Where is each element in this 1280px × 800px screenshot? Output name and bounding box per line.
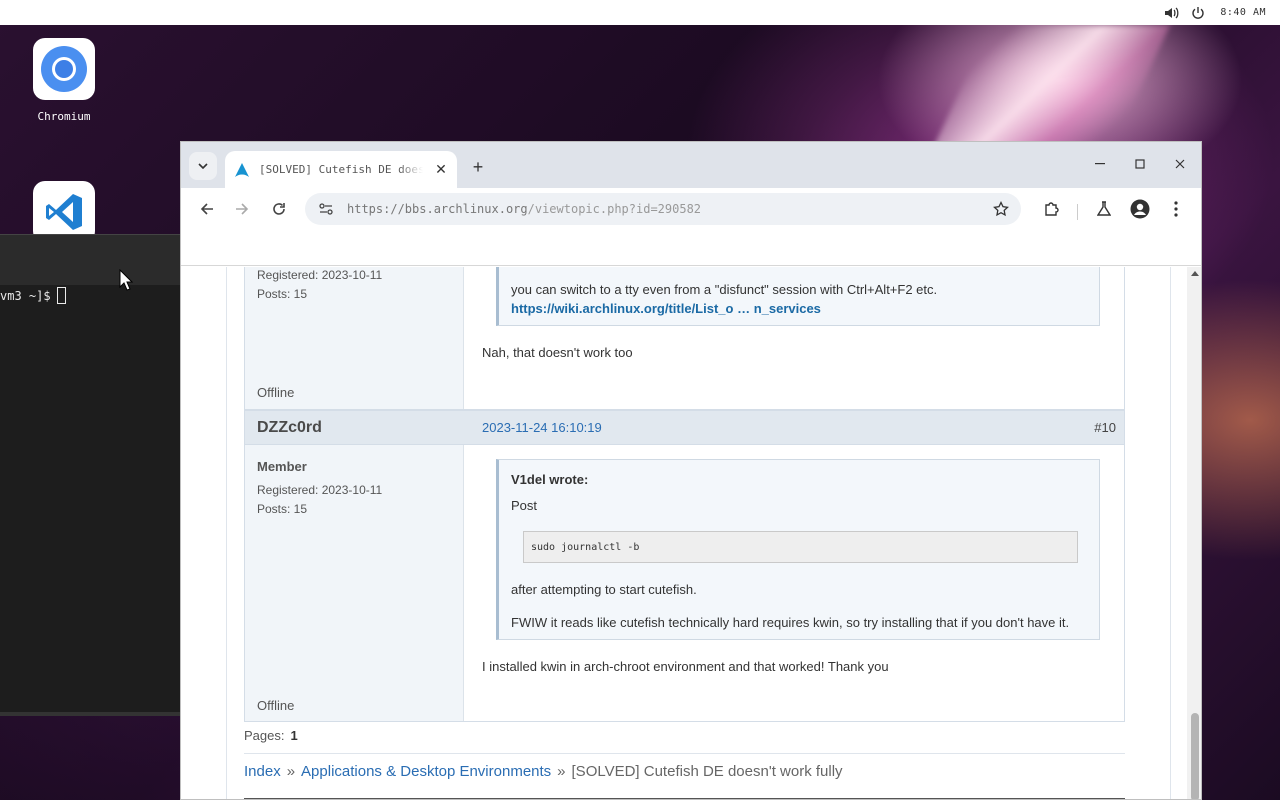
chromium-icon (33, 38, 95, 100)
desktop-icon-label: Chromium (37, 110, 91, 123)
back-button[interactable] (195, 197, 219, 221)
tab-active[interactable]: [SOLVED] Cutefish DE doesn't work fully … (225, 151, 457, 188)
post-10-role: Member (257, 459, 307, 474)
post-10-code-block[interactable]: sudo journalctl -b (523, 531, 1078, 563)
bookmark-bar (181, 230, 1201, 266)
account-icon (1130, 199, 1150, 219)
breadcrumb-separator: » (286, 763, 296, 780)
breadcrumb-separator: » (557, 763, 566, 780)
post-10-quote-line1: Post (511, 498, 538, 513)
post-10-reply: I installed kwin in arch-chroot environm… (482, 659, 889, 674)
post-10-author-info: Member Registered: 2023-10-11 Posts: 15 … (245, 445, 464, 721)
post-10-author[interactable]: DZZc0rd (257, 419, 322, 437)
pagination-label: Pages: (244, 728, 285, 743)
breadcrumb-forum-link[interactable]: Applications & Desktop Environments (301, 763, 551, 780)
tab-title: [SOLVED] Cutefish DE doesn't work fully (259, 163, 423, 176)
clock: 8:40 AM (1220, 7, 1266, 18)
pagination: Pages: 1 (244, 728, 298, 743)
desktop-icon-chromium[interactable]: Chromium (19, 38, 109, 123)
post-9-message: you can switch to a tty even from a "dis… (465, 267, 1124, 409)
forward-button[interactable] (230, 197, 254, 221)
address-url[interactable]: https://bbs.archlinux.org/viewtopic.php?… (347, 202, 701, 216)
terminal-bottom-edge (0, 712, 180, 716)
system-top-bar: 8:40 AM (0, 0, 1280, 25)
terminal-window[interactable]: vm3 ~]$ (0, 234, 180, 712)
page-content: Registered: 2023-10-11 Posts: 15 Offline… (181, 267, 1187, 799)
post-9-quote-link[interactable]: https://wiki.archlinux.org/title/List_o … (511, 301, 821, 316)
toolbar-separator (1077, 204, 1078, 220)
post-10-message: V1del wrote: Post sudo journalctl -b aft… (465, 445, 1124, 721)
post-10-post-count: Posts: 15 (257, 502, 308, 516)
post-9-body: Registered: 2023-10-11 Posts: 15 Offline… (244, 267, 1125, 410)
forum-topic: Registered: 2023-10-11 Posts: 15 Offline… (226, 267, 1171, 799)
post-10-quote: V1del wrote: Post sudo journalctl -b aft… (496, 459, 1100, 640)
tab-search-button[interactable] (189, 152, 217, 180)
post-10-header: DZZc0rd 2023-11-24 16:10:19 #10 (244, 410, 1125, 445)
post-9-registered: Registered: 2023-10-11 (257, 268, 383, 282)
maximize-button[interactable] (1128, 154, 1152, 174)
post-9-author-info: Registered: 2023-10-11 Posts: 15 Offline (245, 267, 464, 409)
profile-button[interactable] (1128, 197, 1152, 221)
post-9-status: Offline (257, 385, 295, 400)
post-10-number[interactable]: #10 (1094, 420, 1116, 435)
url-path: /viewtopic.php?id=290582 (527, 202, 702, 216)
post-10-quote-line3: FWIW it reads like cutefish technically … (511, 615, 1070, 630)
post-9-reply: Nah, that doesn't work too (482, 345, 633, 360)
post-10-status: Offline (257, 698, 295, 713)
post-10-quote-author: V1del wrote: (511, 472, 589, 487)
chevron-down-icon (198, 163, 208, 169)
mouse-pointer-icon (119, 269, 133, 291)
scroll-up-icon[interactable] (1191, 271, 1199, 276)
close-window-button[interactable] (1168, 154, 1192, 174)
breadcrumb-index-link[interactable]: Index (244, 763, 281, 780)
url-host: https://bbs.archlinux.org (347, 202, 528, 216)
page-scrollbar[interactable] (1187, 267, 1201, 799)
kebab-menu-icon (1174, 201, 1178, 217)
post-9-post-count: Posts: 15 (257, 287, 308, 301)
tab-strip: [SOLVED] Cutefish DE doesn't work fully … (181, 142, 1201, 188)
browser-toolbar: https://bbs.archlinux.org/viewtopic.php?… (181, 188, 1201, 230)
pagination-current: 1 (290, 728, 298, 743)
breadcrumb: Index » Applications & Desktop Environment… (244, 763, 843, 780)
breadcrumb-topic: [SOLVED] Cutefish DE doesn't work fully (571, 763, 843, 780)
archlinux-favicon-icon (235, 162, 249, 177)
labs-button[interactable] (1092, 197, 1116, 221)
post-10-quote-line2: after attempting to start cutefish. (511, 582, 697, 597)
post-9-quote-text: you can switch to a tty even from a "dis… (511, 282, 938, 297)
post-10-date[interactable]: 2023-11-24 16:10:19 (482, 420, 602, 435)
flask-icon (1097, 201, 1111, 216)
extensions-button[interactable] (1039, 197, 1063, 221)
post-10-registered: Registered: 2023-10-11 (257, 483, 383, 497)
wallpaper-streak (929, 25, 1171, 155)
terminal-prompt-line[interactable]: vm3 ~]$ (0, 287, 66, 304)
bookmark-star-icon[interactable] (991, 199, 1011, 219)
menu-button[interactable] (1164, 197, 1188, 221)
terminal-header (0, 235, 180, 285)
post-9-quote: you can switch to a tty even from a "dis… (496, 267, 1100, 326)
browser-window: [SOLVED] Cutefish DE doesn't work fully … (180, 141, 1202, 800)
address-bar[interactable]: https://bbs.archlinux.org/viewtopic.php?… (305, 193, 1021, 225)
site-info-icon[interactable] (319, 203, 333, 215)
reload-button[interactable] (267, 197, 291, 221)
puzzle-icon (1045, 202, 1059, 216)
volume-icon[interactable] (1164, 5, 1180, 21)
close-icon (1175, 159, 1185, 169)
divider (244, 753, 1125, 754)
maximize-icon (1135, 159, 1145, 169)
terminal-prompt: vm3 ~]$ (0, 288, 51, 303)
minimize-icon (1095, 163, 1105, 165)
arrow-left-icon (200, 203, 213, 215)
power-icon[interactable] (1190, 5, 1206, 21)
scroll-thumb[interactable] (1191, 713, 1199, 799)
reload-icon (273, 203, 285, 215)
terminal-cursor (56, 287, 66, 304)
post-10-body: Member Registered: 2023-10-11 Posts: 15 … (244, 444, 1125, 722)
new-tab-button[interactable]: + (467, 156, 489, 178)
tab-close-icon[interactable]: ✕ (433, 161, 449, 178)
minimize-button[interactable] (1088, 154, 1112, 174)
arrow-right-icon (236, 203, 249, 215)
